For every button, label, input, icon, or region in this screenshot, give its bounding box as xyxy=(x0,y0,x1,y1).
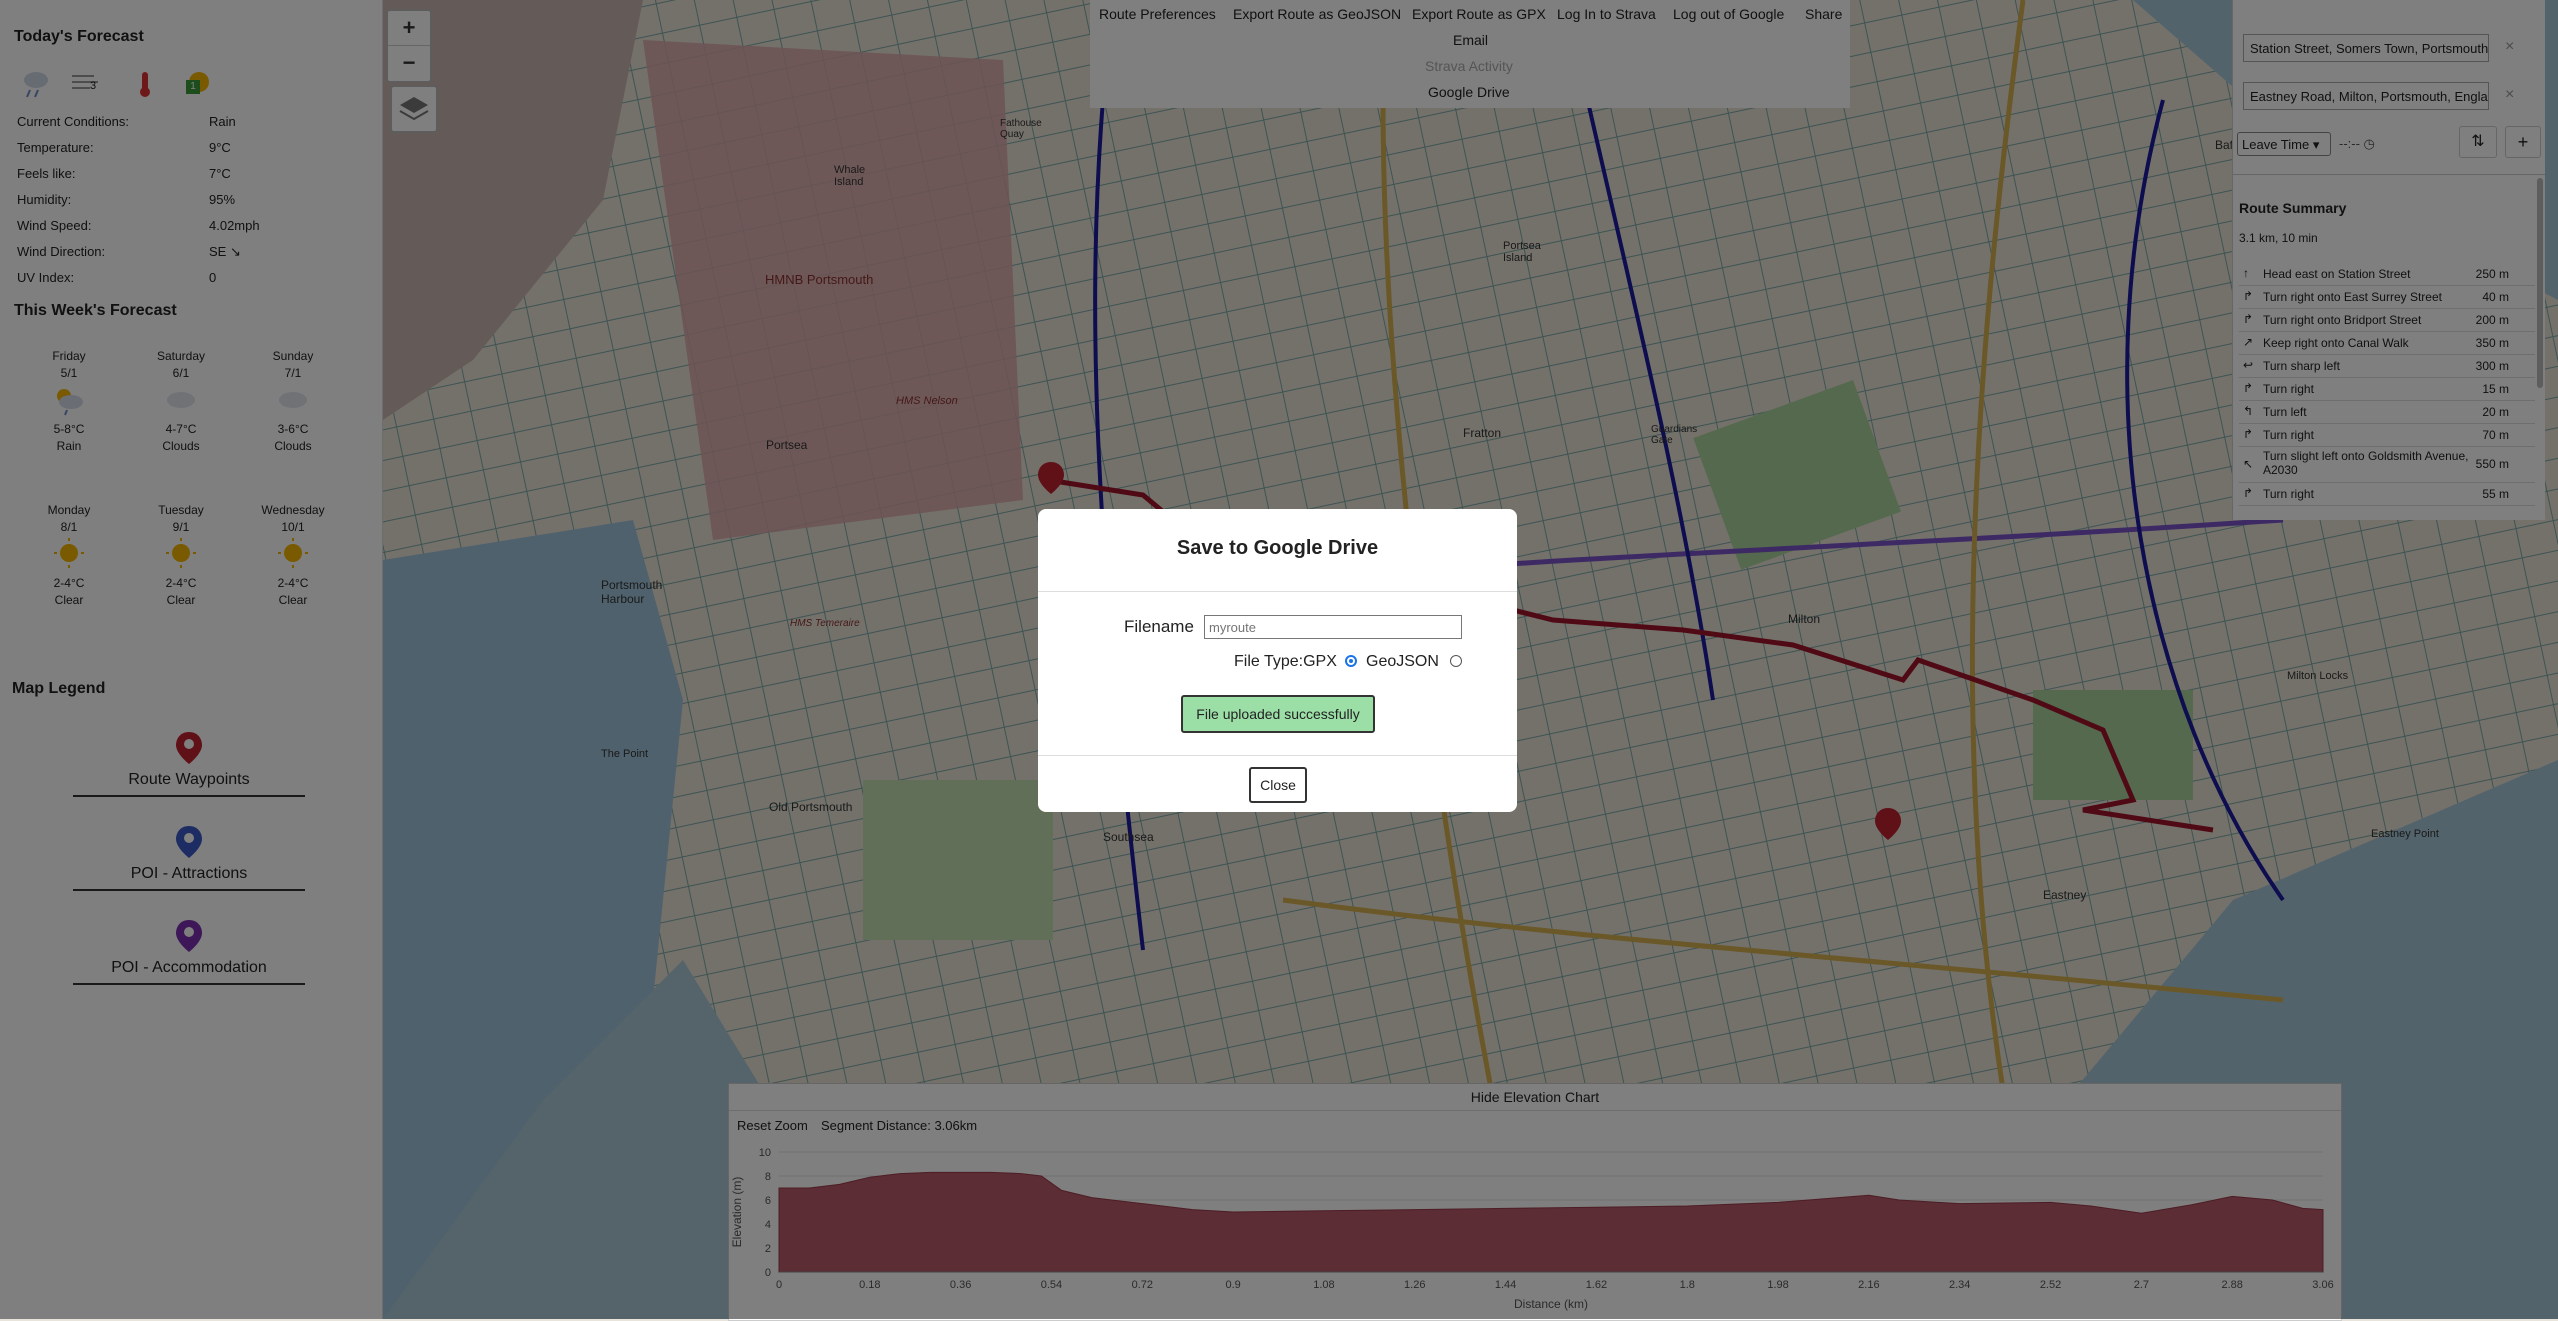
upload-success-message: File uploaded successfully xyxy=(1181,695,1375,733)
save-drive-dialog: Save to Google Drive Filename File Type:… xyxy=(1038,509,1517,812)
filetype-text: File Type: xyxy=(1234,653,1304,670)
divider xyxy=(1038,591,1517,592)
filename-label: Filename xyxy=(1124,617,1194,636)
geojson-label: GeoJSON xyxy=(1366,653,1439,670)
gpx-label: GPX xyxy=(1303,653,1337,670)
close-button[interactable]: Close xyxy=(1249,767,1307,803)
filename-input[interactable] xyxy=(1204,615,1462,639)
gpx-radio[interactable] xyxy=(1345,655,1357,667)
dialog-title: Save to Google Drive xyxy=(1176,537,1379,559)
filetype-label: File Type:GPX xyxy=(1234,653,1337,671)
geojson-radio[interactable] xyxy=(1450,655,1462,667)
divider xyxy=(1038,755,1517,756)
